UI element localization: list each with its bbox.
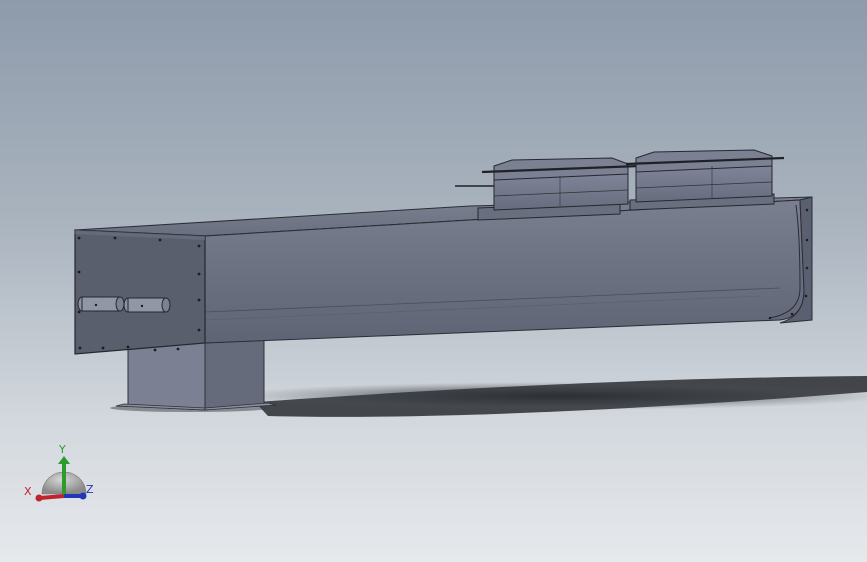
orientation-triad[interactable]: Y X Z bbox=[18, 440, 102, 506]
z-axis-label: Z bbox=[86, 483, 94, 496]
inlet-hopper-2[interactable] bbox=[625, 149, 785, 211]
left-end-plate[interactable] bbox=[74, 229, 206, 355]
x-axis-icon bbox=[39, 494, 65, 500]
screw-conveyor-model[interactable] bbox=[0, 0, 867, 562]
model-viewport[interactable]: Y X Z bbox=[0, 0, 867, 562]
y-arrow-icon bbox=[58, 456, 70, 464]
inlet-hopper-1[interactable] bbox=[455, 157, 641, 221]
x-axis-label: X bbox=[24, 485, 32, 498]
x-arrow-icon bbox=[35, 494, 43, 502]
y-axis-label: Y bbox=[58, 443, 66, 456]
support-leg[interactable] bbox=[115, 339, 277, 411]
